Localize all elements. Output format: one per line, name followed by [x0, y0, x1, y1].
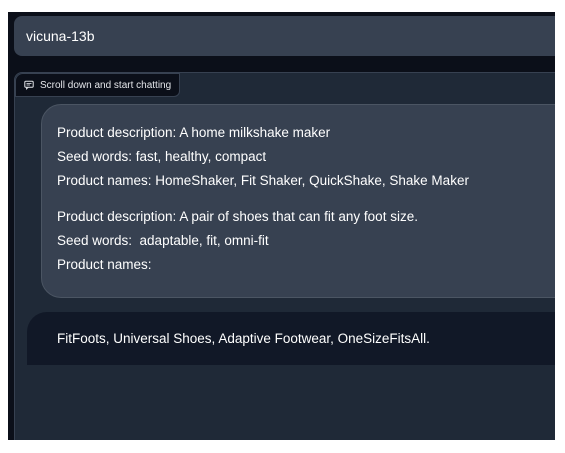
model-selector[interactable]: vicuna-13b — [14, 16, 555, 56]
message-line: Product names: HomeShaker, Fit Shaker, Q… — [57, 173, 469, 188]
chatbot-label: Scroll down and start chatting — [15, 73, 181, 97]
message-line: Product names: — [57, 257, 152, 272]
bot-message: FitFoots, Universal Shoes, Adaptive Foot… — [27, 312, 555, 365]
chatbot-panel[interactable]: Scroll down and start chatting Product d… — [14, 72, 555, 440]
chatbot-label-text: Scroll down and start chatting — [40, 79, 172, 91]
bot-message-text: FitFoots, Universal Shoes, Adaptive Foot… — [57, 331, 430, 346]
chat-icon — [24, 80, 34, 90]
message-line: Seed words: fast, healthy, compact — [57, 149, 267, 164]
user-message: Product description: A home milkshake ma… — [41, 104, 555, 298]
message-line: Seed words: adaptable, fit, omni-fit — [57, 233, 269, 248]
message-line: Product description: A pair of shoes tha… — [57, 209, 418, 224]
message-line: Product description: A home milkshake ma… — [57, 125, 331, 140]
model-selector-value: vicuna-13b — [26, 28, 95, 44]
chat-app: vicuna-13b Scroll down and start chattin… — [8, 12, 555, 440]
